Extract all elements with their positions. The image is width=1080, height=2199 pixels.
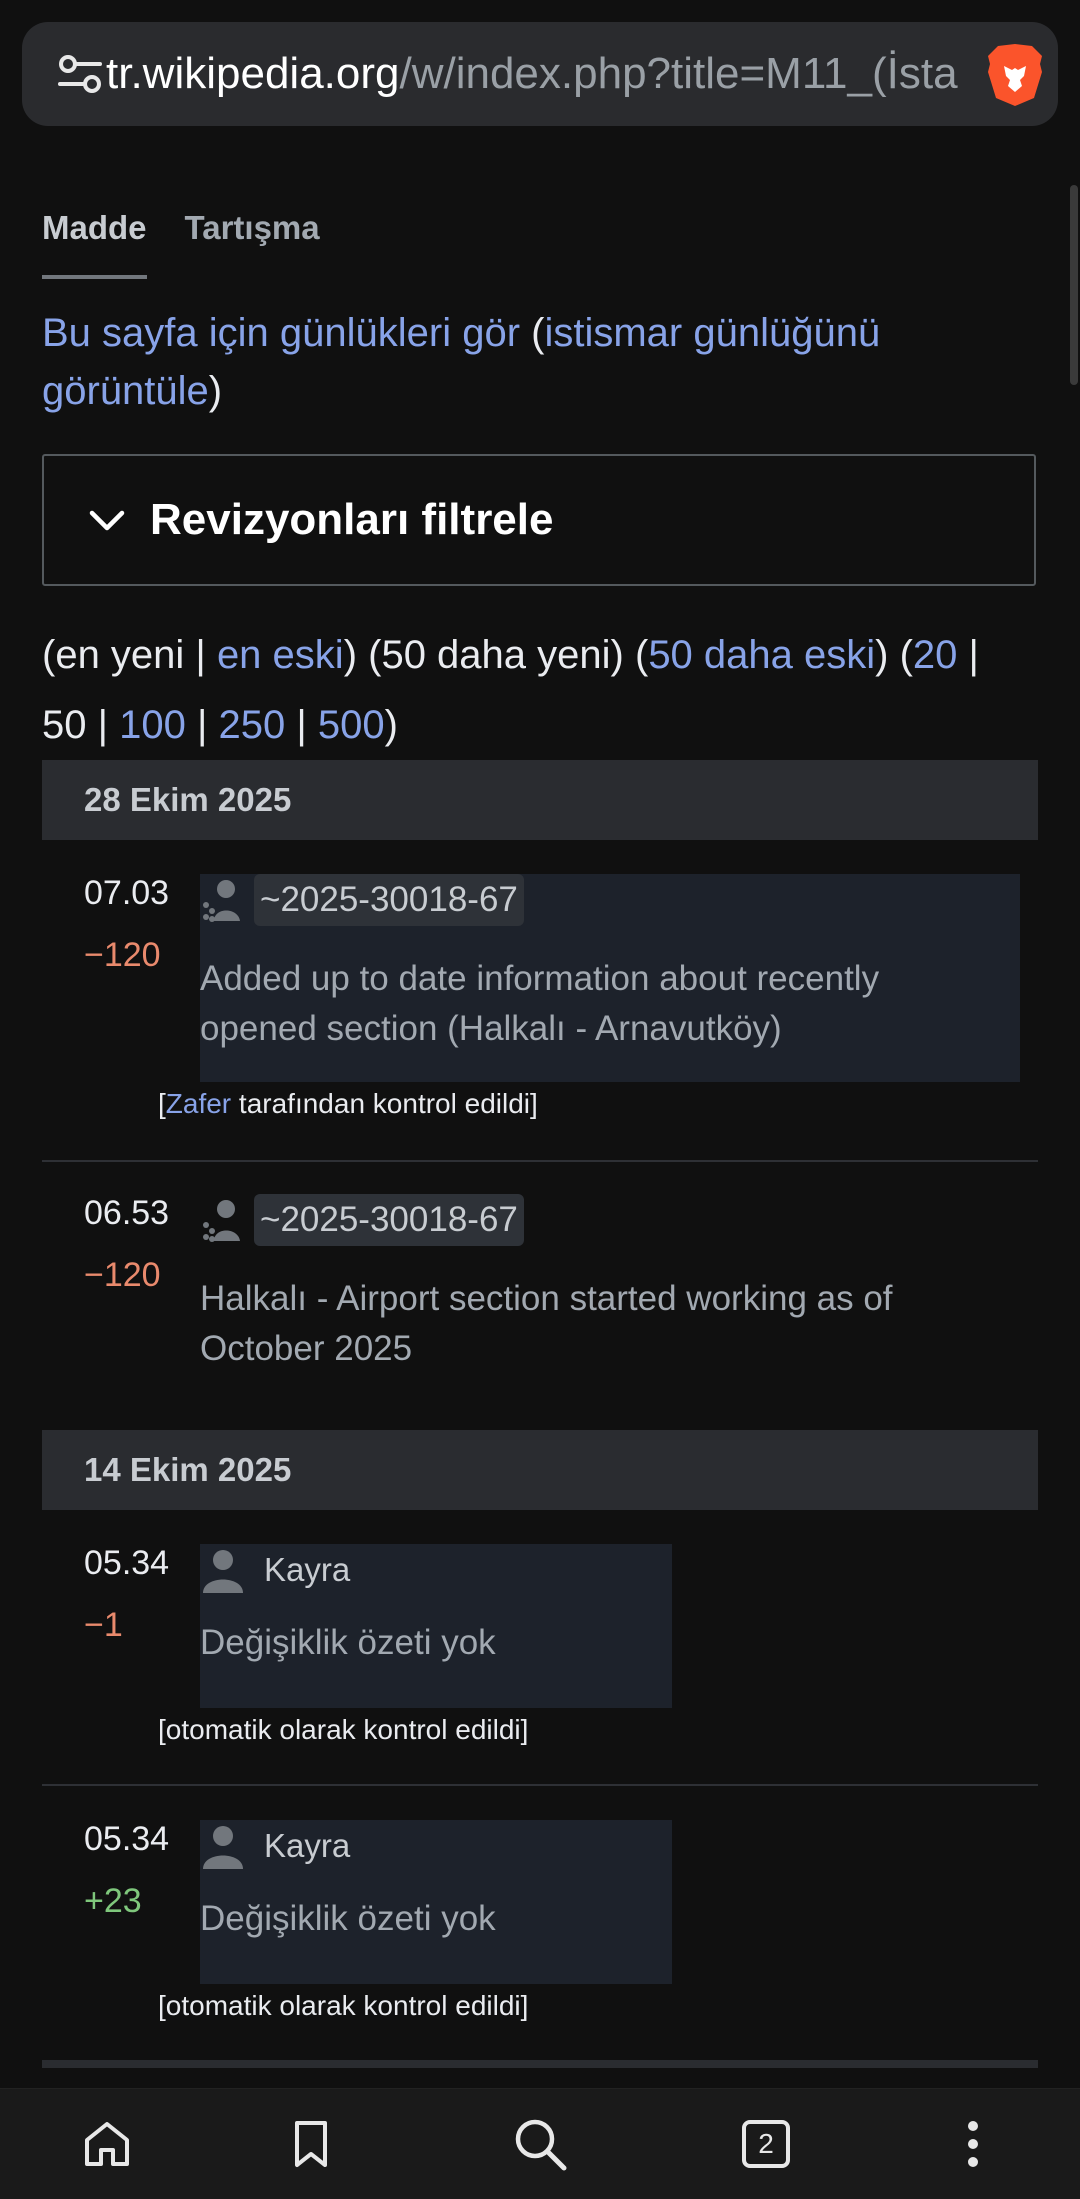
- revision-card: ~2025-30018-67 Added up to date informat…: [200, 874, 1020, 1082]
- revision-time[interactable]: 05.34: [84, 1820, 169, 1859]
- older-50-link[interactable]: 50 daha eski: [648, 633, 875, 677]
- user-line: Kayra: [200, 1820, 350, 1872]
- limit-100-link[interactable]: 100: [119, 703, 186, 747]
- edit-summary: Değişiklik özeti yok: [200, 1623, 496, 1662]
- revision-card: Kayra Değişiklik özeti yok: [200, 1544, 672, 1708]
- patrol-note: [Zafer tarafından kontrol edildi]: [158, 1088, 538, 1119]
- search-icon: [515, 2119, 567, 2171]
- limit-250-link[interactable]: 250: [219, 703, 286, 747]
- chevron-down-icon: [89, 510, 125, 531]
- user-line: ~2025-30018-67: [200, 1194, 524, 1246]
- user-line: ~2025-30018-67: [200, 874, 524, 926]
- revision-size: +23: [84, 1882, 142, 1920]
- row-divider: [42, 1784, 1038, 1786]
- revision-size: −120: [84, 936, 161, 974]
- user-avatar-icon: [203, 1826, 243, 1869]
- edit-summary: Değişiklik özeti yok: [200, 1899, 496, 1938]
- temp-user-icon: [203, 880, 240, 922]
- oldest-link[interactable]: en eski: [217, 633, 344, 677]
- newer-50-label: 50 daha yeni: [381, 633, 611, 677]
- limit-20-link[interactable]: 20: [913, 633, 958, 677]
- patroller-link[interactable]: Zafer: [166, 1088, 231, 1119]
- tabs-icon: 2: [742, 2120, 790, 2168]
- page-tabs: Madde Tartışma: [42, 200, 358, 280]
- temp-user-icon: [203, 1200, 240, 1242]
- tab-talk[interactable]: Tartışma: [185, 200, 320, 275]
- filter-revisions-toggle[interactable]: Revizyonları filtrele: [42, 454, 1036, 586]
- home-icon: [85, 2122, 129, 2166]
- home-button[interactable]: [72, 2109, 142, 2179]
- row-divider: [42, 1160, 1038, 1162]
- revision-card: Kayra Değişiklik özeti yok: [200, 1820, 672, 1984]
- pagination: (en yeni | en eski) (50 daha yeni) (50 d…: [42, 633, 979, 747]
- address-bar[interactable]: tr.wikipedia.org/w/index.php?title=M11_(…: [22, 22, 1058, 126]
- patrol-text: tarafından kontrol edildi: [238, 1088, 530, 1119]
- user-link[interactable]: Kayra: [264, 1827, 350, 1865]
- url-text[interactable]: tr.wikipedia.org/w/index.php?title=M11_(…: [106, 22, 968, 126]
- site-settings-icon[interactable]: [58, 54, 102, 94]
- revision-time[interactable]: 07.03: [84, 874, 169, 913]
- revision-card: ~2025-30018-67 Halkalı - Airport section…: [200, 1194, 1020, 1374]
- revision-size: −120: [84, 1256, 161, 1294]
- url-host: tr.wikipedia.org: [106, 49, 400, 98]
- date-header: 28 Ekim 2025: [42, 760, 1038, 840]
- url-path: /w/index.php?title=M11_(İsta: [399, 49, 958, 98]
- user-line: Kayra: [200, 1544, 350, 1596]
- brave-shields-icon[interactable]: [984, 42, 1046, 108]
- patrol-note: [otomatik olarak kontrol edildi]: [158, 1714, 529, 1745]
- patrol-text: otomatik olarak kontrol edildi: [165, 1990, 521, 2021]
- bottom-navigation: 2: [0, 2088, 1080, 2199]
- revision-time[interactable]: 05.34: [84, 1544, 169, 1583]
- revision-size: −1: [84, 1606, 123, 1644]
- more-icon: [968, 2121, 978, 2167]
- edit-summary: Added up to date information about recen…: [200, 959, 880, 1048]
- bookmarks-button[interactable]: [276, 2109, 346, 2179]
- browser-toolbar: tr.wikipedia.org/w/index.php?title=M11_(…: [0, 0, 1080, 140]
- revision-time[interactable]: 06.53: [84, 1194, 169, 1233]
- user-link[interactable]: Kayra: [264, 1551, 350, 1589]
- filter-label: Revizyonları filtrele: [150, 495, 554, 544]
- search-button[interactable]: [505, 2109, 575, 2179]
- limit-500-link[interactable]: 500: [318, 703, 385, 747]
- patrol-text: otomatik olarak kontrol edildi: [165, 1714, 521, 1745]
- newest-label: en yeni: [55, 633, 185, 677]
- tabs-button[interactable]: 2: [731, 2109, 801, 2179]
- bookmark-icon: [295, 2121, 327, 2167]
- user-link[interactable]: ~2025-30018-67: [254, 1194, 524, 1246]
- logs-line: Bu sayfa için günlükleri gör (istismar g…: [42, 311, 881, 413]
- patrol-note: [otomatik olarak kontrol edildi]: [158, 1990, 529, 2021]
- menu-button[interactable]: [938, 2109, 1008, 2179]
- user-avatar-icon: [203, 1550, 243, 1593]
- date-header-partial: [42, 2060, 1038, 2068]
- date-header: 14 Ekim 2025: [42, 1430, 1038, 1510]
- tab-article[interactable]: Madde: [42, 200, 147, 279]
- edit-summary: Halkalı - Airport section started workin…: [200, 1279, 893, 1368]
- scrollbar[interactable]: [1070, 185, 1078, 385]
- limit-50-label: 50: [42, 703, 87, 747]
- user-link[interactable]: ~2025-30018-67: [254, 874, 524, 926]
- view-logs-link[interactable]: Bu sayfa için günlükleri gör: [42, 311, 520, 355]
